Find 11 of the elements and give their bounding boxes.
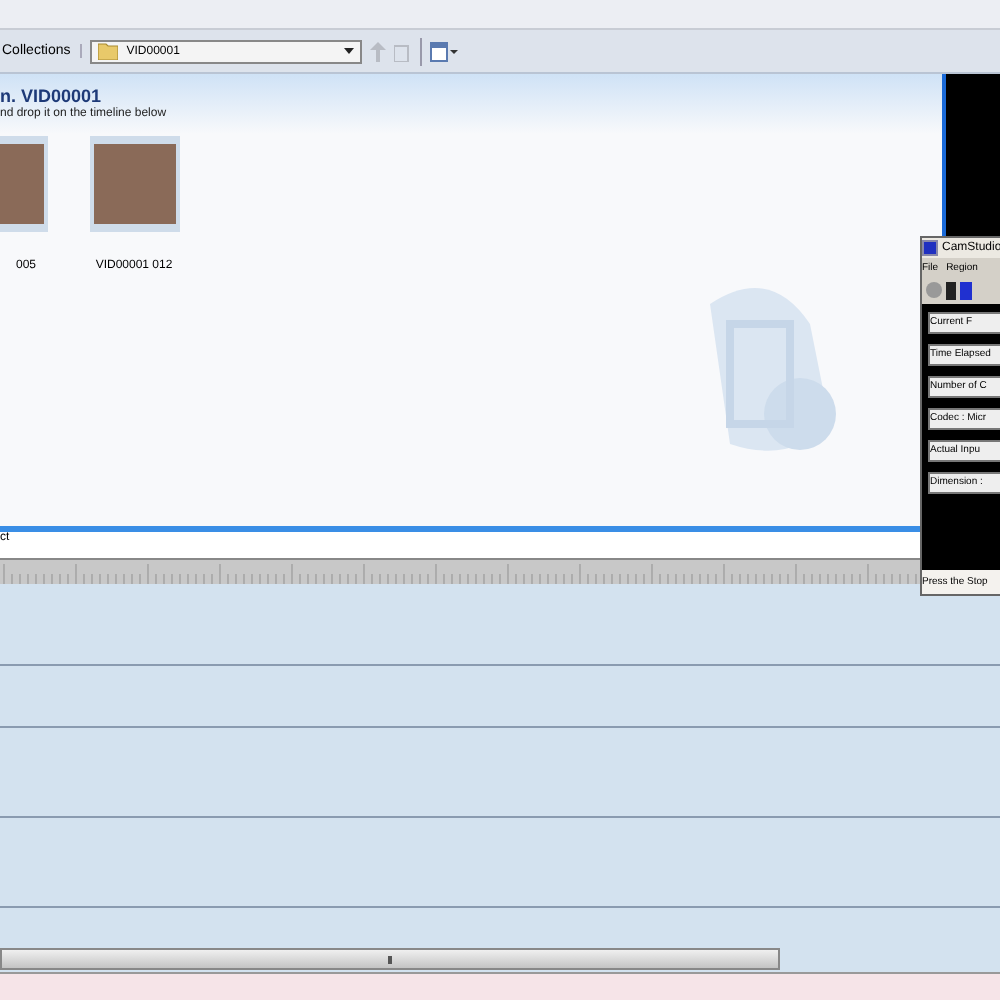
- folder-icon: [98, 42, 119, 60]
- horizontal-scrollbar[interactable]: [0, 948, 780, 970]
- collection-heading: n. VID00001: [0, 86, 104, 106]
- photo-placeholder: [93, 144, 175, 224]
- pause-button[interactable]: [946, 281, 956, 299]
- stop-button[interactable]: [960, 281, 972, 299]
- view-icon[interactable]: [430, 41, 459, 61]
- scroll-grip-icon[interactable]: [388, 955, 392, 963]
- app-logo-icon: [922, 240, 938, 256]
- video-thumbnail[interactable]: [89, 136, 179, 232]
- caret-icon: [344, 48, 355, 54]
